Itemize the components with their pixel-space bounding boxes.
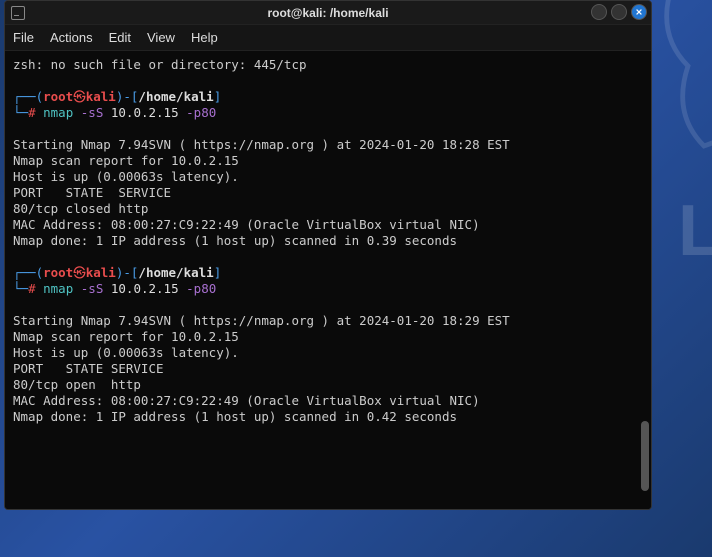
output-line: Host is up (0.00063s latency). — [13, 345, 643, 361]
menu-edit[interactable]: Edit — [109, 30, 131, 45]
output-line: Starting Nmap 7.94SVN ( https://nmap.org… — [13, 313, 643, 329]
output-line: 80/tcp open http — [13, 377, 643, 393]
prompt-line: ┌──(root㉿kali)-[/home/kali] — [13, 265, 643, 281]
menu-file[interactable]: File — [13, 30, 34, 45]
output-line — [13, 121, 643, 137]
output-line: 80/tcp closed http — [13, 201, 643, 217]
output-line: MAC Address: 08:00:27:C9:22:49 (Oracle V… — [13, 217, 643, 233]
output-line: Nmap scan report for 10.0.2.15 — [13, 153, 643, 169]
minimize-button[interactable] — [591, 4, 607, 20]
output-line: zsh: no such file or directory: 445/tcp — [13, 57, 643, 73]
window-controls — [591, 4, 647, 20]
prompt-line: ┌──(root㉿kali)-[/home/kali] — [13, 89, 643, 105]
titlebar[interactable]: root@kali: /home/kali — [5, 1, 651, 25]
output-line: Starting Nmap 7.94SVN ( https://nmap.org… — [13, 137, 643, 153]
scrollbar-thumb[interactable] — [641, 421, 649, 491]
output-line: Nmap done: 1 IP address (1 host up) scan… — [13, 409, 643, 425]
terminal-window: root@kali: /home/kali File Actions Edit … — [4, 0, 652, 510]
output-line — [13, 249, 643, 265]
menu-view[interactable]: View — [147, 30, 175, 45]
maximize-button[interactable] — [611, 4, 627, 20]
menubar: File Actions Edit View Help — [5, 25, 651, 51]
output-line — [13, 297, 643, 313]
output-line: MAC Address: 08:00:27:C9:22:49 (Oracle V… — [13, 393, 643, 409]
window-title: root@kali: /home/kali — [5, 6, 651, 20]
output-line: Host is up (0.00063s latency). — [13, 169, 643, 185]
output-line — [13, 73, 643, 89]
output-line: Nmap done: 1 IP address (1 host up) scan… — [13, 233, 643, 249]
terminal-body[interactable]: zsh: no such file or directory: 445/tcp … — [5, 51, 651, 509]
command-line: └─# nmap -sS 10.0.2.15 -p80 — [13, 105, 643, 121]
menu-actions[interactable]: Actions — [50, 30, 93, 45]
close-icon — [635, 8, 643, 16]
command-line: └─# nmap -sS 10.0.2.15 -p80 — [13, 281, 643, 297]
close-button[interactable] — [631, 4, 647, 20]
output-line: PORT STATE SERVICE — [13, 185, 643, 201]
output-line: Nmap scan report for 10.0.2.15 — [13, 329, 643, 345]
menu-help[interactable]: Help — [191, 30, 218, 45]
output-line: PORT STATE SERVICE — [13, 361, 643, 377]
